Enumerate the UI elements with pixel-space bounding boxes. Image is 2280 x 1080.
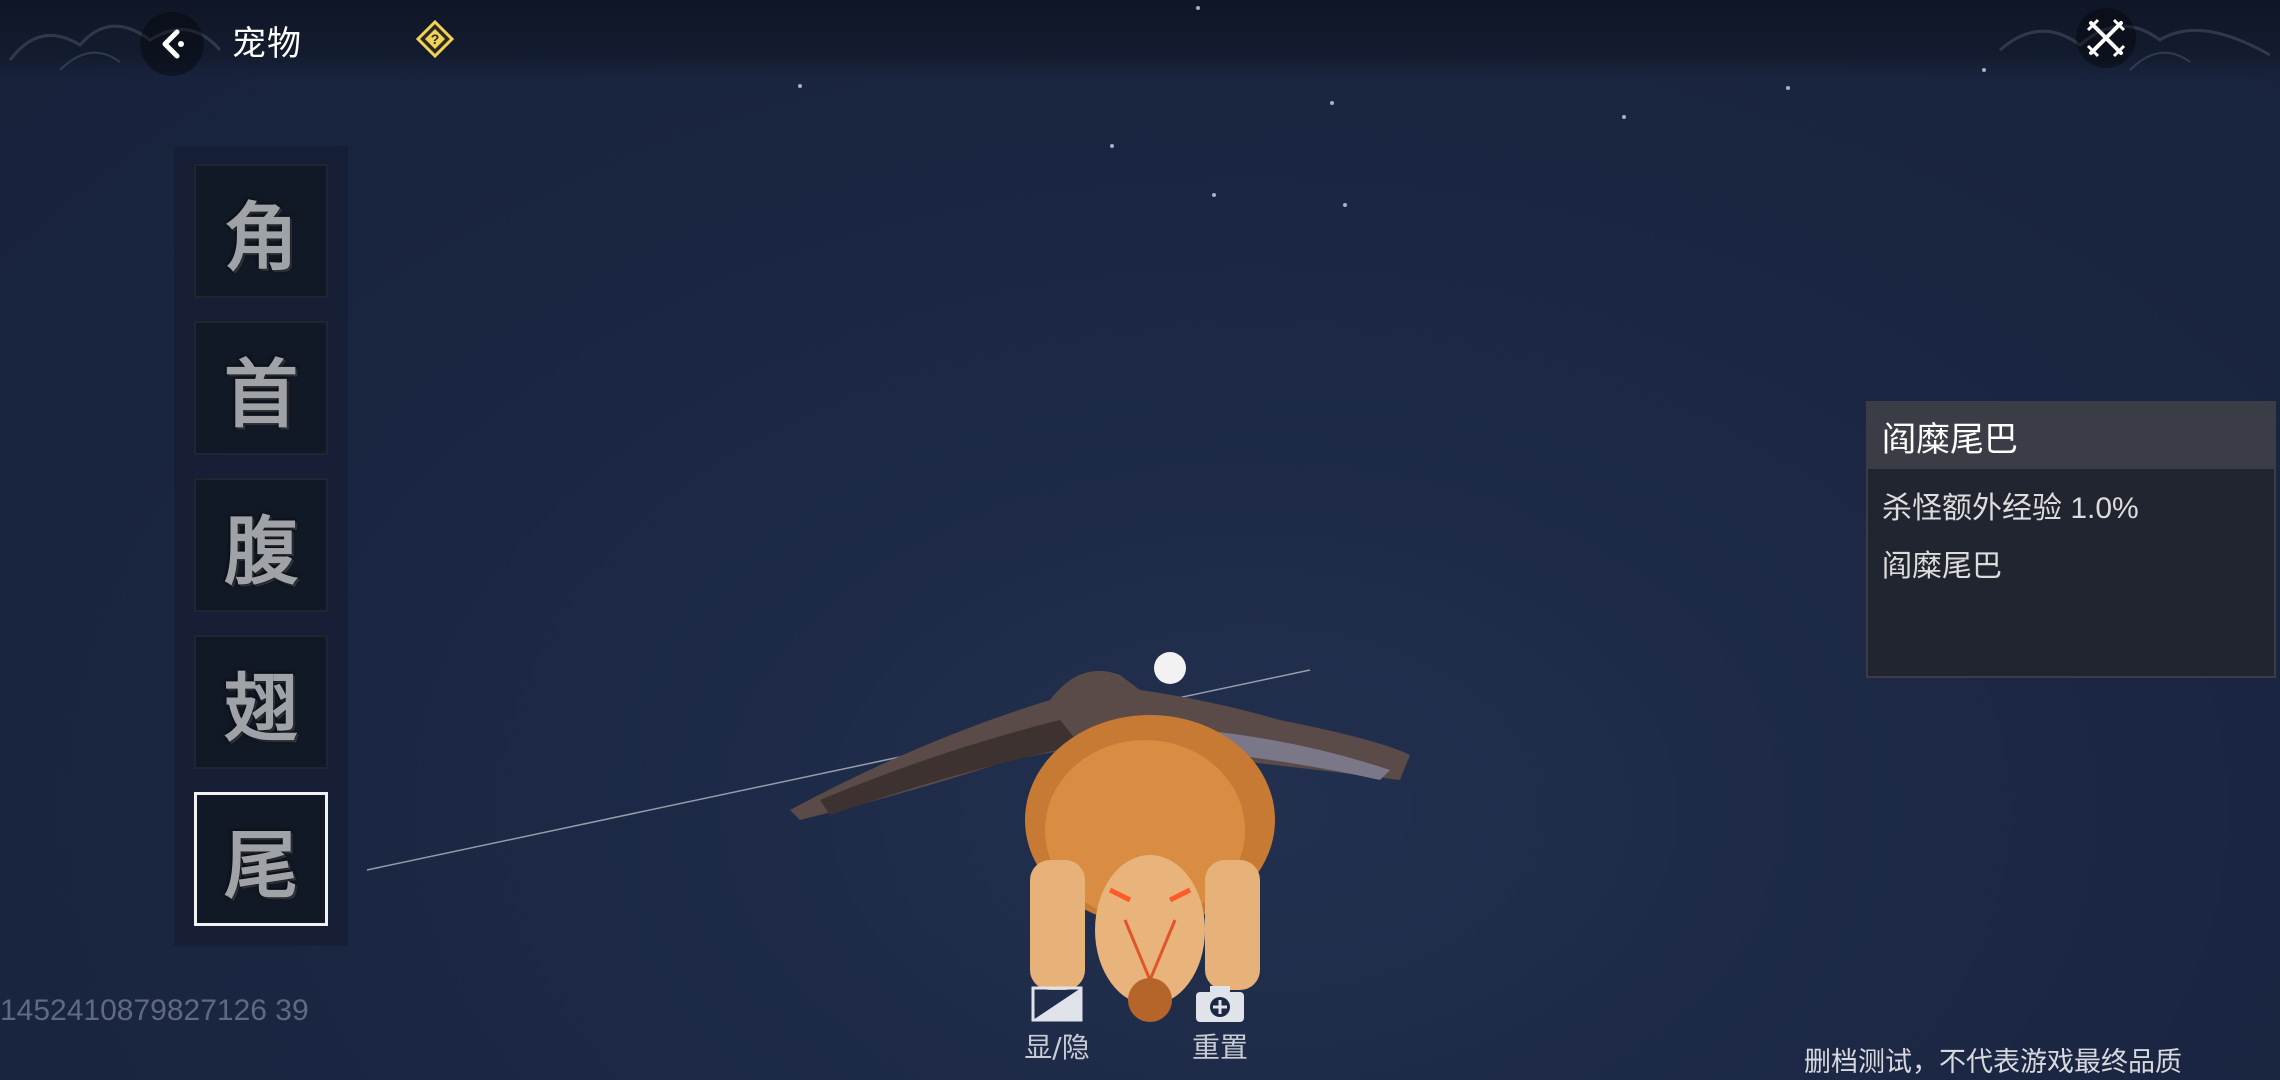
test-disclaimer: 删档测试，不代表游戏最终品质 [1804, 1047, 2182, 1078]
toggle-visibility-label: 显/隐 [1024, 1031, 1090, 1064]
part-info-name: 阎糜尾巴 [1882, 550, 2002, 583]
player-uid: 1452410879827126 39 [0, 994, 309, 1027]
camera-icon [1196, 986, 1244, 1022]
part-info-title: 阎糜尾巴 [1868, 403, 2274, 469]
part-info-attribute: 杀怪额外经验 1.0% [1882, 492, 2139, 525]
toggle-visibility-button[interactable]: 显/隐 [1012, 984, 1102, 1066]
reset-label: 重置 [1191, 1031, 1248, 1064]
part-info-panel: 阎糜尾巴 杀怪额外经验 1.0% 阎糜尾巴 [1866, 401, 2276, 678]
toggle-visibility-icon [1031, 986, 1083, 1022]
pet-model[interactable] [760, 620, 1460, 1040]
reset-button[interactable]: 重置 [1175, 984, 1265, 1066]
